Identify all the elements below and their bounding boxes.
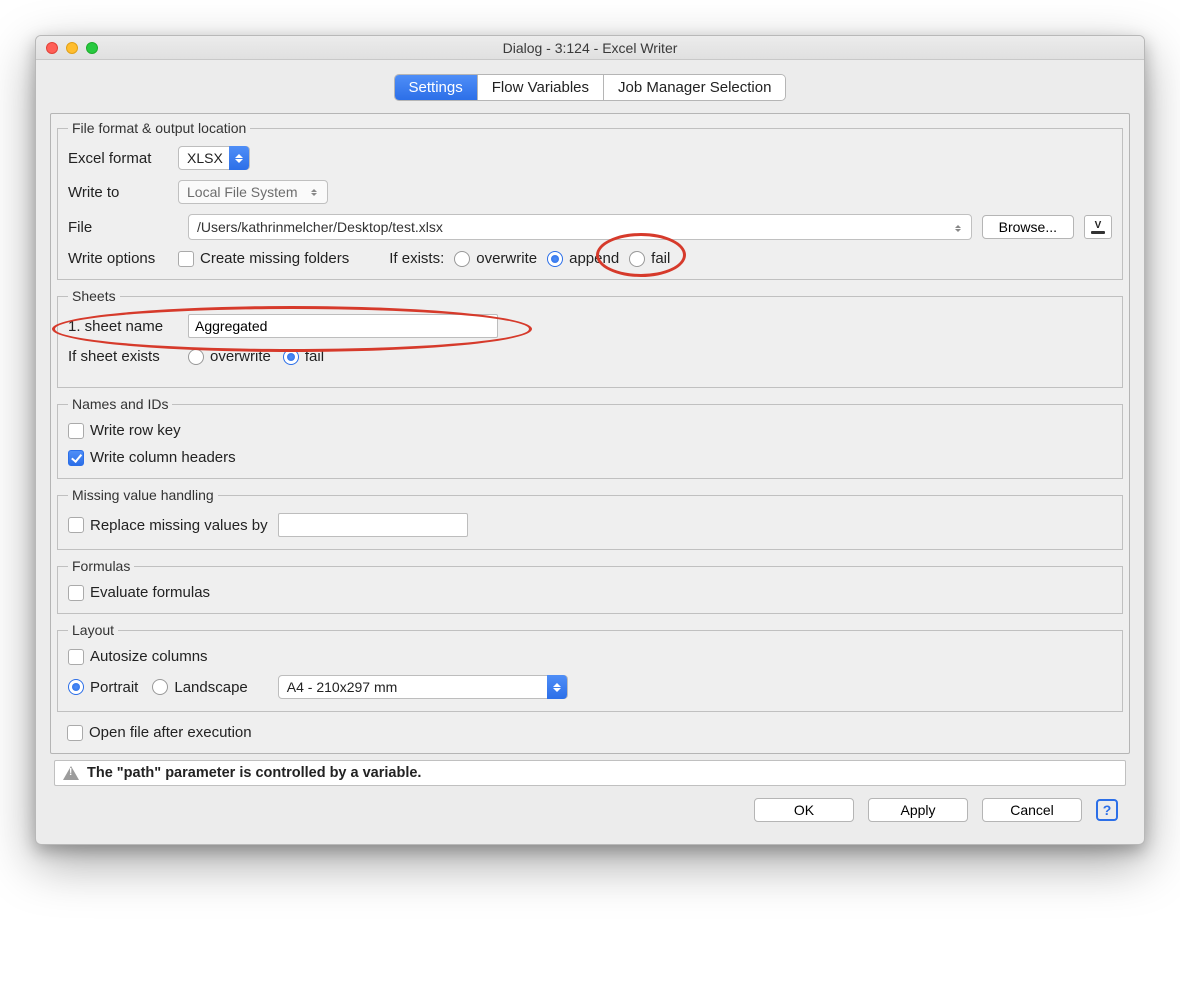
flow-variable-button[interactable]: V: [1084, 215, 1112, 239]
warning-icon: [63, 766, 79, 780]
write-options-label: Write options: [68, 250, 178, 267]
chevron-updown-icon: [951, 219, 965, 237]
excel-format-label: Excel format: [68, 150, 178, 167]
chevron-updown-icon: [229, 146, 249, 170]
group-sheets: Sheets 1. sheet name If sheet exists ove…: [57, 288, 1123, 388]
if-exists-fail-radio[interactable]: [629, 251, 645, 267]
group-names-ids-legend: Names and IDs: [68, 396, 172, 412]
replace-missing-label: Replace missing values by: [90, 517, 268, 534]
if-exists-append-label: append: [569, 250, 619, 267]
if-exists-append-radio[interactable]: [547, 251, 563, 267]
tab-settings[interactable]: Settings: [395, 75, 478, 100]
write-to-value: Local File System: [187, 184, 297, 200]
apply-button[interactable]: Apply: [868, 798, 968, 822]
excel-format-value: XLSX: [187, 150, 223, 166]
replace-missing-checkbox[interactable]: [68, 517, 84, 533]
ok-button[interactable]: OK: [754, 798, 854, 822]
tab-flow-variables[interactable]: Flow Variables: [478, 75, 604, 100]
close-icon[interactable]: [46, 42, 58, 54]
write-column-headers-checkbox[interactable]: [68, 450, 84, 466]
settings-panel: File format & output location Excel form…: [50, 113, 1130, 754]
if-exists-overwrite-label: overwrite: [476, 250, 537, 267]
sheet-fail-radio[interactable]: [283, 349, 299, 365]
write-row-key-checkbox[interactable]: [68, 423, 84, 439]
browse-button[interactable]: Browse...: [982, 215, 1074, 239]
write-to-select[interactable]: Local File System: [178, 180, 328, 204]
replace-missing-input[interactable]: [278, 513, 468, 537]
create-folders-label: Create missing folders: [200, 250, 349, 267]
orientation-landscape-label: Landscape: [174, 679, 247, 696]
excel-format-select[interactable]: XLSX: [178, 146, 250, 170]
if-exists-overwrite-radio[interactable]: [454, 251, 470, 267]
group-formulas: Formulas Evaluate formulas: [57, 558, 1123, 614]
write-column-headers-label: Write column headers: [90, 449, 236, 466]
orientation-portrait-radio[interactable]: [68, 679, 84, 695]
file-path-input[interactable]: /Users/kathrinmelcher/Desktop/test.xlsx: [188, 214, 972, 240]
cancel-button[interactable]: Cancel: [982, 798, 1082, 822]
group-missing-value: Missing value handling Replace missing v…: [57, 487, 1123, 550]
titlebar: Dialog - 3:124 - Excel Writer: [36, 36, 1144, 60]
write-row-key-label: Write row key: [90, 422, 181, 439]
if-sheet-exists-label: If sheet exists: [68, 348, 188, 365]
help-icon[interactable]: ?: [1096, 799, 1118, 821]
chevron-updown-icon: [547, 675, 567, 699]
if-exists-fail-label: fail: [651, 250, 670, 267]
minimize-icon[interactable]: [66, 42, 78, 54]
orientation-landscape-radio[interactable]: [152, 679, 168, 695]
evaluate-formulas-checkbox[interactable]: [68, 585, 84, 601]
dialog-buttons: OK Apply Cancel ?: [50, 798, 1130, 828]
open-file-after-label: Open file after execution: [89, 724, 252, 741]
paper-size-value: A4 - 210x297 mm: [287, 679, 398, 695]
file-path-value: /Users/kathrinmelcher/Desktop/test.xlsx: [197, 219, 443, 235]
sheet-overwrite-label: overwrite: [210, 348, 271, 365]
window-controls: [46, 42, 98, 54]
write-to-label: Write to: [68, 184, 178, 201]
group-file-format-legend: File format & output location: [68, 120, 250, 136]
evaluate-formulas-label: Evaluate formulas: [90, 584, 210, 601]
file-label: File: [68, 219, 178, 236]
group-formulas-legend: Formulas: [68, 558, 134, 574]
if-exists-label: If exists:: [389, 250, 444, 267]
autosize-columns-checkbox[interactable]: [68, 649, 84, 665]
paper-size-select[interactable]: A4 - 210x297 mm: [278, 675, 568, 699]
group-names-ids: Names and IDs Write row key Write column…: [57, 396, 1123, 479]
dialog-window: Dialog - 3:124 - Excel Writer Settings F…: [35, 35, 1145, 845]
group-sheets-legend: Sheets: [68, 288, 120, 304]
group-missing-value-legend: Missing value handling: [68, 487, 218, 503]
footer-warning: The "path" parameter is controlled by a …: [54, 760, 1126, 786]
chevron-updown-icon: [307, 182, 321, 202]
autosize-columns-label: Autosize columns: [90, 648, 208, 665]
sheet-name-label: 1. sheet name: [68, 318, 188, 335]
tab-job-manager[interactable]: Job Manager Selection: [604, 75, 785, 100]
group-file-format: File format & output location Excel form…: [57, 120, 1123, 280]
window-title: Dialog - 3:124 - Excel Writer: [36, 40, 1144, 56]
sheet-fail-label: fail: [305, 348, 324, 365]
create-folders-checkbox[interactable]: [178, 251, 194, 267]
sheet-overwrite-radio[interactable]: [188, 349, 204, 365]
maximize-icon[interactable]: [86, 42, 98, 54]
open-file-after-checkbox[interactable]: [67, 725, 83, 741]
sheet-name-input[interactable]: [188, 314, 498, 338]
tabbar: Settings Flow Variables Job Manager Sele…: [50, 74, 1130, 101]
group-layout-legend: Layout: [68, 622, 118, 638]
orientation-portrait-label: Portrait: [90, 679, 138, 696]
footer-warning-text: The "path" parameter is controlled by a …: [87, 765, 421, 781]
group-layout: Layout Autosize columns Portrait Landsca…: [57, 622, 1123, 712]
